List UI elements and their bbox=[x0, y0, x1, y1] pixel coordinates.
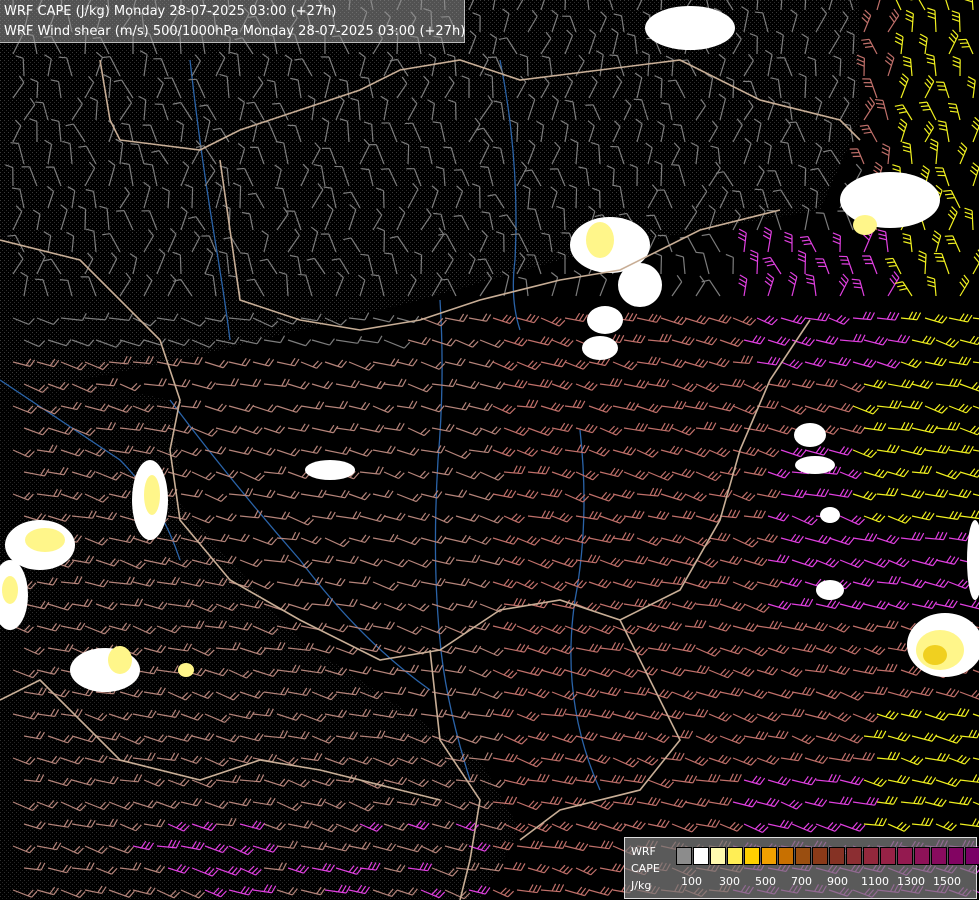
legend-swatch bbox=[829, 847, 845, 865]
cape-area bbox=[618, 263, 662, 307]
cape-area bbox=[645, 6, 735, 50]
legend-swatch bbox=[761, 847, 777, 865]
cape-area bbox=[816, 580, 844, 600]
legend-swatch bbox=[914, 847, 930, 865]
legend-swatch bbox=[880, 847, 896, 865]
legend-swatch bbox=[965, 847, 979, 865]
cape-area bbox=[794, 423, 826, 447]
cape-area bbox=[820, 507, 840, 523]
legend-model-label: WRF bbox=[631, 845, 656, 858]
cape-area bbox=[923, 645, 947, 665]
legend-swatch bbox=[846, 847, 862, 865]
legend-swatch bbox=[863, 847, 879, 865]
legend-swatch bbox=[897, 847, 913, 865]
cape-area bbox=[582, 336, 618, 360]
legend-swatch bbox=[693, 847, 709, 865]
legend-swatch bbox=[812, 847, 828, 865]
cape-area bbox=[853, 215, 877, 235]
legend-tick-label: 1300 bbox=[897, 875, 925, 888]
legend-tick-label: 700 bbox=[791, 875, 812, 888]
legend-tick-label: 300 bbox=[719, 875, 740, 888]
cape-area bbox=[305, 460, 355, 480]
legend-swatch bbox=[778, 847, 794, 865]
legend-unit-label: J/kg bbox=[631, 879, 652, 892]
cape-area bbox=[795, 456, 835, 474]
legend-swatch bbox=[710, 847, 726, 865]
legend-color-scale bbox=[676, 847, 979, 865]
legend-tick-label: 1500 bbox=[933, 875, 961, 888]
legend-tick-label: 500 bbox=[755, 875, 776, 888]
weather-map bbox=[0, 0, 979, 900]
cape-area bbox=[178, 663, 194, 677]
legend-tick-label: 1100 bbox=[861, 875, 889, 888]
map-title-box: WRF CAPE (J/kg) Monday 28-07-2025 03:00 … bbox=[0, 0, 465, 43]
cape-area bbox=[2, 576, 18, 604]
legend-swatch bbox=[727, 847, 743, 865]
legend-tick-label: 900 bbox=[827, 875, 848, 888]
cape-area bbox=[108, 646, 132, 674]
cape-title: WRF CAPE (J/kg) Monday 28-07-2025 03:00 … bbox=[4, 4, 337, 19]
legend-swatch bbox=[744, 847, 760, 865]
legend-swatch bbox=[948, 847, 964, 865]
cape-area bbox=[587, 306, 623, 334]
legend-swatch bbox=[795, 847, 811, 865]
cape-legend: WRF CAPE J/kg 100 300 500 700 900 1100 1300 150… bbox=[624, 837, 979, 899]
cape-area bbox=[586, 222, 614, 258]
wind-shear-title: WRF Wind shear (m/s) 500/1000hPa Monday … bbox=[4, 24, 466, 39]
legend-variable-label: CAPE bbox=[631, 862, 660, 875]
legend-tick-label: 100 bbox=[681, 875, 702, 888]
legend-swatch bbox=[676, 847, 692, 865]
cape-area bbox=[25, 528, 65, 552]
legend-swatch bbox=[931, 847, 947, 865]
cape-area bbox=[144, 475, 160, 515]
